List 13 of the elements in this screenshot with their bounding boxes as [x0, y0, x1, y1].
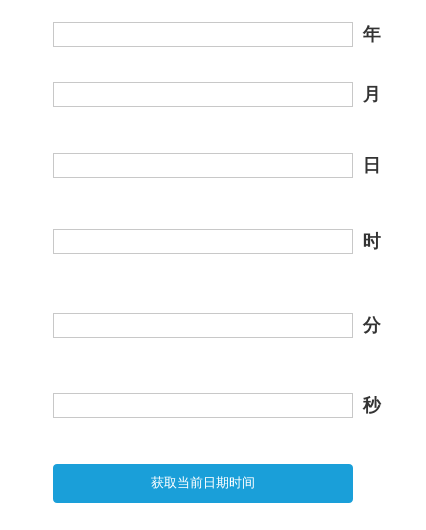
input-field[interactable] [53, 393, 353, 418]
get-datetime-button[interactable]: 获取当前日期时间 [53, 464, 353, 503]
input-field[interactable] [53, 153, 353, 178]
input-field[interactable] [53, 313, 353, 338]
input-field[interactable] [53, 22, 353, 47]
field-label: 年 [363, 23, 381, 47]
field-label: 时 [363, 230, 381, 254]
field-label: 月 [363, 83, 381, 107]
input-field[interactable] [53, 82, 353, 107]
field-label: 秒 [363, 394, 381, 418]
field-label: 日 [363, 154, 381, 178]
field-label: 分 [363, 314, 381, 338]
input-field[interactable] [53, 229, 353, 254]
